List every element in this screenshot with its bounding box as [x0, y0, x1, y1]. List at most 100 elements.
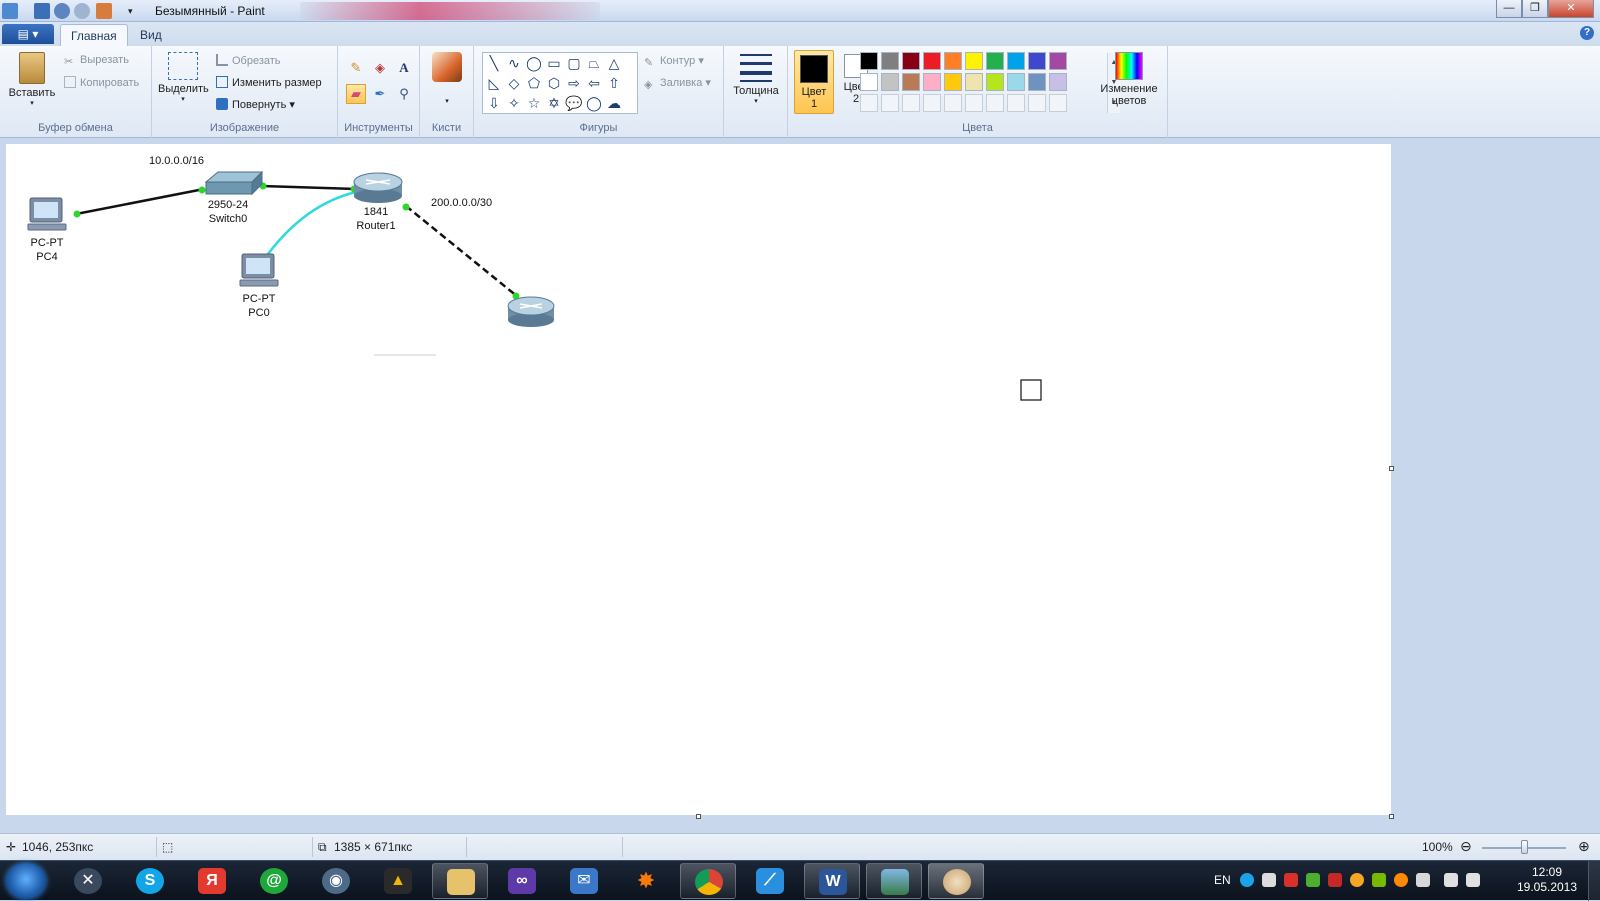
select-button[interactable]: Выделить ▾	[158, 52, 209, 103]
brushes-button[interactable]: ▾	[424, 52, 470, 105]
custom-color-slot[interactable]	[860, 94, 878, 112]
maximize-button[interactable]: ❐	[1522, 0, 1548, 18]
polygon-shape-icon[interactable]: ⏢	[585, 54, 603, 72]
custom-color-slot[interactable]	[1007, 94, 1025, 112]
taskbar-app[interactable]: W	[804, 863, 860, 899]
outline-button[interactable]: ✎ Контур ▾	[644, 54, 704, 69]
paste-button[interactable]: Вставить ▾	[4, 52, 60, 107]
fill-button[interactable]: ◈ Заливка ▾	[644, 76, 711, 91]
color1-button[interactable]: Цвет 1	[794, 50, 834, 114]
oval-shape-icon[interactable]: ◯	[525, 54, 543, 72]
diamond-shape-icon[interactable]: ◇	[505, 74, 523, 92]
palette-color-swatch[interactable]	[944, 52, 962, 70]
custom-color-slot[interactable]	[902, 94, 920, 112]
drawing-canvas[interactable]: 10.0.0.0/16 200.0.0.0/30 2950-24 Switch0…	[6, 144, 1391, 815]
eraser-icon[interactable]: ▰	[346, 84, 366, 104]
zoom-out-button[interactable]: ⊖	[1460, 838, 1472, 855]
custom-color-slot[interactable]	[1028, 94, 1046, 112]
taskbar-app[interactable]	[866, 863, 922, 899]
left-arrow-shape-icon[interactable]: ⇦	[585, 74, 603, 92]
save-icon[interactable]	[34, 3, 50, 19]
hexagon-shape-icon[interactable]: ⬡	[545, 74, 563, 92]
size-button[interactable]: Толщина ▾	[728, 54, 784, 105]
up-arrow-shape-icon[interactable]: ⇧	[605, 74, 623, 92]
line-shape-icon[interactable]: ╲	[485, 54, 503, 72]
taskbar-app[interactable]: ◉	[308, 863, 364, 899]
rectangle-shape-icon[interactable]: ▭	[545, 54, 563, 72]
oval-callout-shape-icon[interactable]: ◯	[585, 94, 603, 112]
rounded-rectangle-shape-icon[interactable]: ▢	[565, 54, 583, 72]
zoom-in-button[interactable]: ⊕	[1578, 838, 1590, 855]
palette-color-swatch[interactable]	[944, 73, 962, 91]
magnifier-icon[interactable]: ⚲	[394, 84, 414, 104]
copy-button[interactable]: Копировать	[64, 76, 139, 89]
tray-icon[interactable]	[1416, 873, 1430, 887]
palette-color-swatch[interactable]	[881, 73, 899, 91]
taskbar-app[interactable]: ⟋	[742, 863, 798, 899]
volume-icon[interactable]	[1466, 873, 1480, 887]
custom-color-slot[interactable]	[923, 94, 941, 112]
taskbar-app[interactable]: Я	[184, 863, 240, 899]
app-menu-button[interactable]: ▤ ▾	[2, 24, 54, 44]
custom-color-slot[interactable]	[881, 94, 899, 112]
palette-color-swatch[interactable]	[1007, 52, 1025, 70]
network-icon[interactable]	[1444, 873, 1458, 887]
callout-shape-icon[interactable]: 💬	[565, 94, 583, 112]
taskbar-app[interactable]: S	[122, 863, 178, 899]
six-point-star-shape-icon[interactable]: ✡	[545, 94, 563, 112]
text-tool-icon[interactable]: A	[394, 58, 414, 78]
palette-color-swatch[interactable]	[965, 73, 983, 91]
palette-color-swatch[interactable]	[902, 73, 920, 91]
curve-shape-icon[interactable]: ∿	[505, 54, 523, 72]
taskbar-app-paint[interactable]	[928, 863, 984, 899]
pencil-icon[interactable]: ✎	[346, 58, 366, 78]
tray-icon[interactable]	[1240, 873, 1254, 887]
palette-color-swatch[interactable]	[860, 73, 878, 91]
tray-icon[interactable]	[1284, 873, 1298, 887]
right-triangle-shape-icon[interactable]: ◺	[485, 74, 503, 92]
cut-button[interactable]: ✂ Вырезать	[64, 54, 129, 68]
tab-home[interactable]: Главная	[60, 24, 128, 46]
show-desktop-button[interactable]	[1588, 861, 1600, 901]
taskbar-app[interactable]: ✕	[60, 863, 116, 899]
edit-colors-button[interactable]: Изменение цветов	[1094, 52, 1164, 107]
zoom-slider-thumb[interactable]	[1521, 840, 1528, 854]
five-point-star-shape-icon[interactable]: ☆	[525, 94, 543, 112]
minimize-button[interactable]: —	[1496, 0, 1522, 18]
palette-color-swatch[interactable]	[923, 73, 941, 91]
cloud-callout-shape-icon[interactable]: ☁	[605, 94, 623, 112]
taskbar-app[interactable]: ✸	[618, 863, 674, 899]
resize-button[interactable]: Изменить размер	[216, 76, 322, 89]
tray-icon[interactable]	[1394, 873, 1408, 887]
redo-icon[interactable]	[74, 3, 90, 19]
taskbar-app[interactable]: @	[246, 863, 302, 899]
palette-color-swatch[interactable]	[860, 52, 878, 70]
fill-bucket-icon[interactable]: ◈	[370, 58, 390, 78]
palette-color-swatch[interactable]	[986, 73, 1004, 91]
color-picker-icon[interactable]: ✒	[370, 84, 390, 104]
tray-icon[interactable]	[1350, 873, 1364, 887]
palette-color-swatch[interactable]	[1049, 52, 1067, 70]
palette-color-swatch[interactable]	[1028, 73, 1046, 91]
start-button[interactable]	[6, 863, 46, 899]
triangle-shape-icon[interactable]: △	[605, 54, 623, 72]
taskbar-app[interactable]: ✉	[556, 863, 612, 899]
tray-icon[interactable]	[1262, 873, 1276, 887]
custom-color-slot[interactable]	[944, 94, 962, 112]
palette-color-swatch[interactable]	[923, 52, 941, 70]
language-indicator[interactable]: EN	[1214, 873, 1231, 887]
resize-handle-corner[interactable]	[1389, 814, 1394, 819]
resize-handle-right[interactable]	[1389, 466, 1394, 471]
tray-icon[interactable]	[1328, 873, 1342, 887]
four-point-star-shape-icon[interactable]: ✧	[505, 94, 523, 112]
taskbar-app[interactable]	[432, 863, 488, 899]
customize-quick-access-icon[interactable]: ▾	[128, 3, 138, 19]
custom-color-slot[interactable]	[1049, 94, 1067, 112]
tray-icon[interactable]	[1306, 873, 1320, 887]
tray-icon[interactable]	[1372, 873, 1386, 887]
clock[interactable]: 12:09 19.05.2013	[1510, 865, 1584, 895]
palette-color-swatch[interactable]	[1028, 52, 1046, 70]
palette-color-swatch[interactable]	[902, 52, 920, 70]
palette-color-swatch[interactable]	[986, 52, 1004, 70]
taskbar-app[interactable]: ∞	[494, 863, 550, 899]
